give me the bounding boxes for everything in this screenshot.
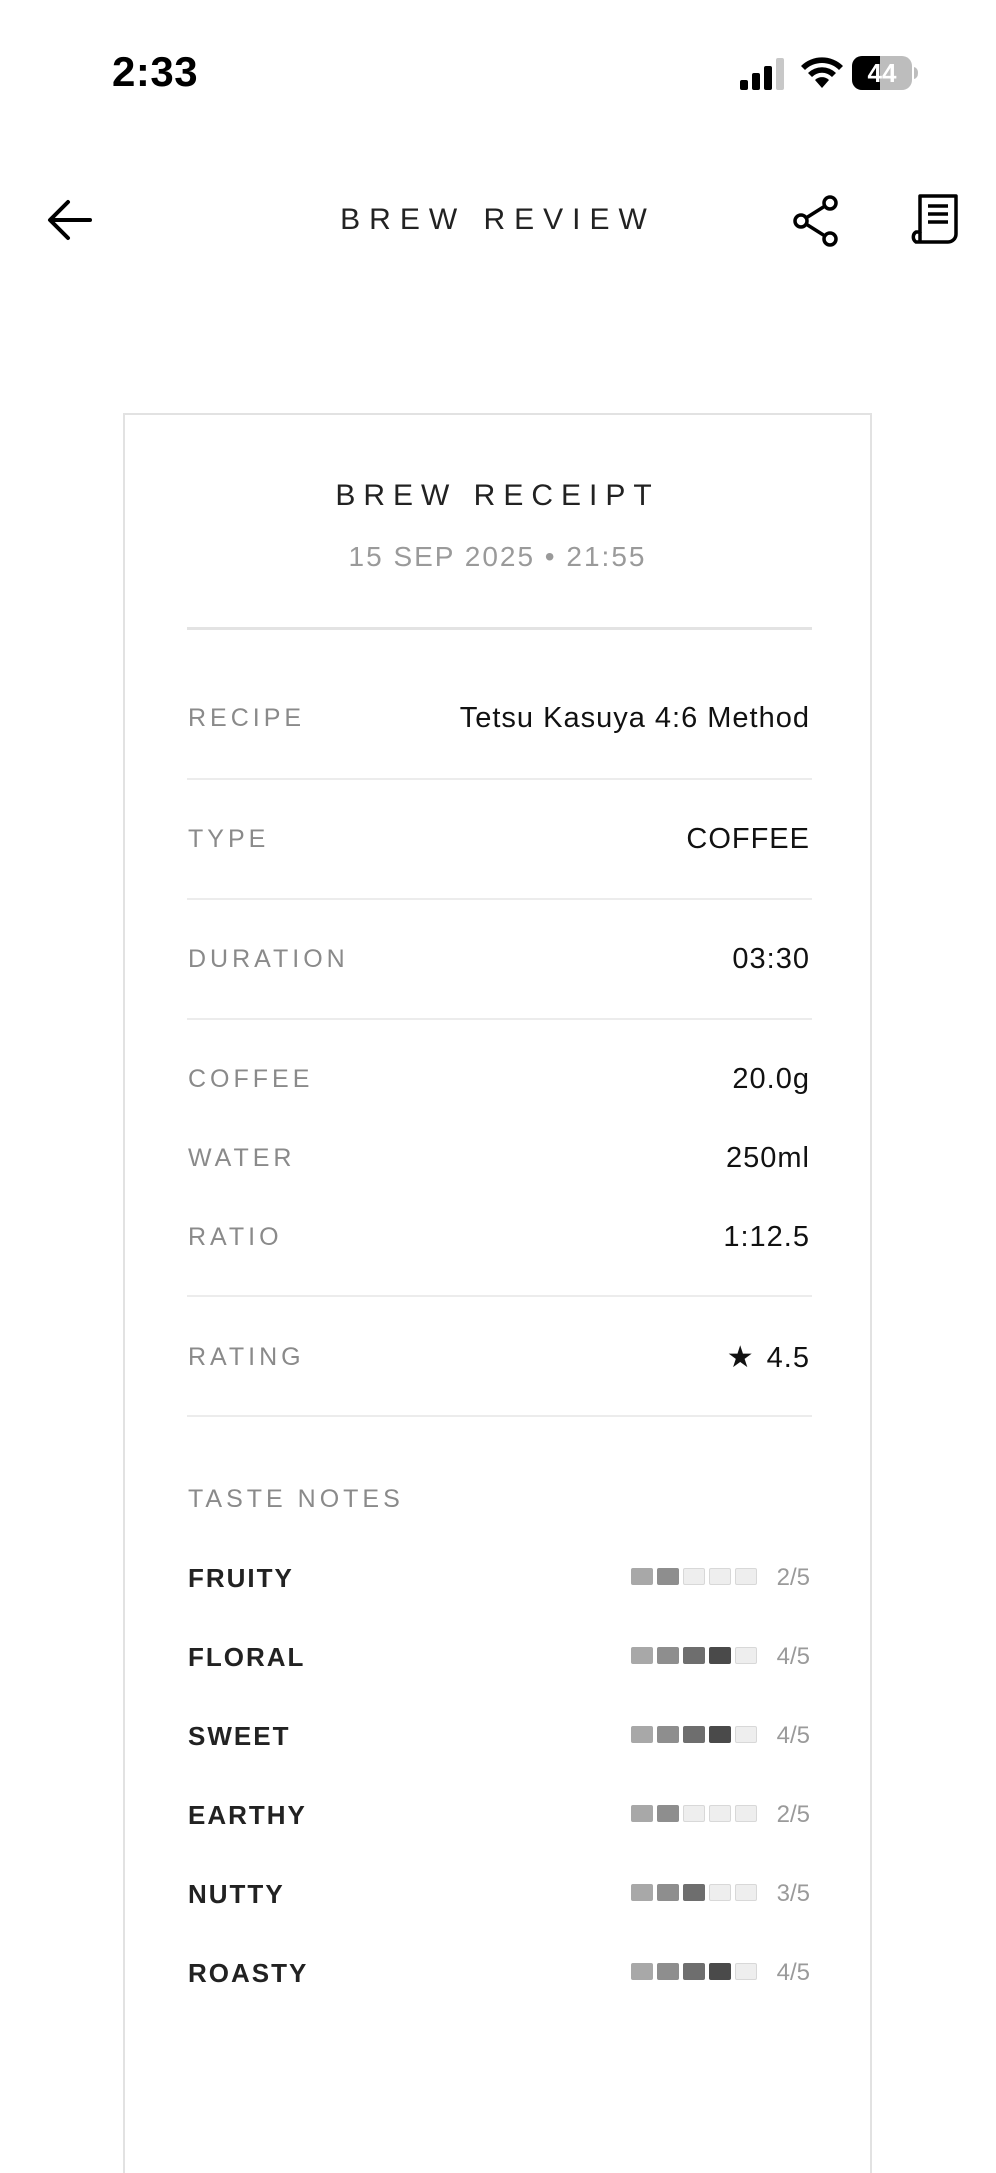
taste-level-bar-empty <box>735 1884 757 1901</box>
receipt-icon <box>911 194 958 244</box>
taste-level-bar-filled <box>709 1963 731 1980</box>
taste-level-bar-filled <box>683 1647 705 1664</box>
rating-value: ★ 4.5 <box>727 1340 810 1375</box>
taste-level-bars <box>631 1568 761 1588</box>
divider <box>187 1415 812 1417</box>
taste-level-bar-filled <box>631 1647 653 1664</box>
divider <box>187 778 812 780</box>
taste-level-bar-filled <box>709 1647 731 1664</box>
taste-level-bar-filled <box>683 1726 705 1743</box>
ratio-value: 1:12.5 <box>723 1221 810 1253</box>
recipe-value: Tetsu Kasuya 4:6 Method <box>459 702 810 734</box>
taste-level-bar-filled <box>631 1963 653 1980</box>
ratio-label: RATIO <box>188 1223 283 1251</box>
taste-level-bar-filled <box>657 1884 679 1901</box>
star-icon: ★ <box>726 1341 755 1374</box>
duration-value: 03:30 <box>732 943 810 975</box>
taste-level-bar-filled <box>631 1568 653 1585</box>
taste-level-bar-empty <box>709 1805 731 1822</box>
taste-level-bar-filled <box>657 1647 679 1664</box>
top-nav-bar: BREW REVIEW <box>0 180 996 260</box>
taste-notes-heading: TASTE NOTES <box>188 1485 404 1513</box>
taste-level-bars <box>631 1805 761 1825</box>
signal-icon <box>740 58 784 90</box>
taste-level-bar-filled <box>657 1726 679 1743</box>
share-icon <box>793 195 838 247</box>
taste-level-bar-filled <box>631 1726 653 1743</box>
taste-level-bar-filled <box>631 1884 653 1901</box>
receipt-title: BREW RECEIPT <box>335 479 660 512</box>
receipt-button[interactable] <box>910 192 962 248</box>
taste-level-bar-filled <box>657 1963 679 1980</box>
taste-level-bar-empty <box>735 1647 757 1664</box>
rating-label: RATING <box>188 1343 305 1371</box>
taste-note-score: 2/5 <box>776 1801 810 1828</box>
divider <box>187 1018 812 1020</box>
coffee-value: 20.0g <box>732 1063 810 1095</box>
taste-level-bars <box>631 1647 761 1667</box>
taste-note-name: FLORAL <box>188 1642 306 1672</box>
duration-label: DURATION <box>188 945 349 973</box>
divider <box>187 627 812 630</box>
taste-note-score: 4/5 <box>776 1643 810 1670</box>
taste-level-bars <box>631 1963 761 1983</box>
water-label: WATER <box>188 1144 296 1172</box>
share-button[interactable] <box>790 194 842 248</box>
taste-level-bar-filled <box>683 1884 705 1901</box>
status-bar: 2:33 44 <box>0 0 996 150</box>
taste-level-bars <box>631 1884 761 1904</box>
type-value: COFFEE <box>686 823 810 855</box>
coffee-label: COFFEE <box>188 1065 314 1093</box>
back-button[interactable] <box>44 196 96 244</box>
taste-level-bar-empty <box>709 1884 731 1901</box>
taste-level-bar-empty <box>709 1568 731 1585</box>
water-value: 250ml <box>726 1142 810 1174</box>
recipe-label: RECIPE <box>188 704 306 732</box>
taste-note-name: FRUITY <box>188 1563 294 1593</box>
type-label: TYPE <box>188 825 270 853</box>
status-time: 2:33 <box>112 48 199 95</box>
taste-level-bar-filled <box>657 1805 679 1822</box>
brew-receipt-card: BREW RECEIPT 15 SEP 2025 • 21:55 RECIPE … <box>123 413 872 2173</box>
taste-note-name: ROASTY <box>188 1958 309 1988</box>
taste-level-bar-filled <box>657 1568 679 1585</box>
taste-note-name: SWEET <box>188 1721 291 1751</box>
taste-note-score: 4/5 <box>776 1959 810 1986</box>
page-title: BREW REVIEW <box>340 203 656 236</box>
wifi-icon <box>801 57 843 88</box>
taste-level-bars <box>631 1726 761 1746</box>
taste-level-bar-empty <box>735 1568 757 1585</box>
divider <box>187 1295 812 1297</box>
taste-level-bar-filled <box>683 1963 705 1980</box>
taste-level-bar-empty <box>735 1726 757 1743</box>
arrow-left-icon <box>48 200 92 240</box>
taste-level-bar-filled <box>631 1805 653 1822</box>
taste-note-score: 4/5 <box>776 1722 810 1749</box>
taste-note-score: 2/5 <box>776 1564 810 1591</box>
taste-level-bar-empty <box>683 1805 705 1822</box>
rating-number: 4.5 <box>766 1342 810 1374</box>
battery-level: 44 <box>867 58 897 88</box>
taste-note-score: 3/5 <box>776 1880 810 1907</box>
taste-level-bar-filled <box>709 1726 731 1743</box>
taste-note-name: EARTHY <box>188 1800 307 1830</box>
receipt-date: 15 SEP 2025 • 21:55 <box>348 541 647 572</box>
taste-note-name: NUTTY <box>188 1879 285 1909</box>
divider <box>187 898 812 900</box>
taste-level-bar-empty <box>735 1963 757 1980</box>
taste-level-bar-empty <box>735 1805 757 1822</box>
taste-level-bar-empty <box>683 1568 705 1585</box>
